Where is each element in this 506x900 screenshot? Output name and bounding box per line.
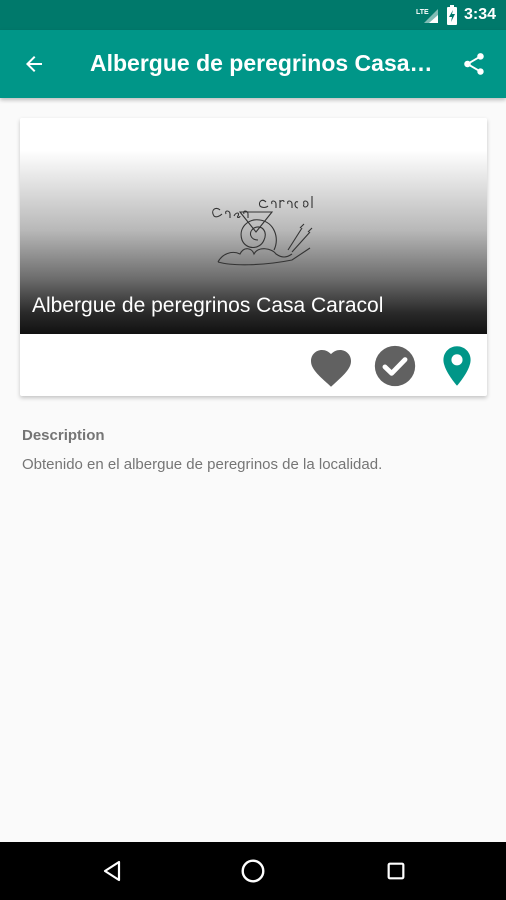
snail-sketch-image	[212, 196, 313, 266]
place-image[interactable]: Albergue de peregrinos Casa Caracol	[20, 118, 487, 334]
card-title: Albergue de peregrinos Casa Caracol	[32, 294, 384, 317]
place-card: Albergue de peregrinos Casa Caracol	[20, 118, 487, 396]
check-circle-icon	[374, 345, 416, 387]
description-label: Description	[22, 427, 105, 444]
back-button[interactable]	[14, 46, 54, 82]
status-bar: LTE 3:34	[0, 0, 506, 30]
status-icons: LTE 3:34	[416, 0, 496, 30]
share-icon	[464, 53, 484, 75]
svg-text:LTE: LTE	[416, 9, 429, 16]
system-nav-bar	[0, 842, 506, 900]
page-title: Albergue de peregrinos Casa Caracol	[90, 50, 435, 76]
nav-back-button[interactable]	[92, 851, 132, 891]
app-bar: Albergue de peregrinos Casa Caracol	[0, 30, 506, 98]
card-actions	[20, 334, 487, 396]
circle-home-icon	[241, 859, 265, 883]
heart-icon	[311, 350, 351, 387]
status-time: 3:34	[463, 6, 496, 23]
map-button[interactable]	[435, 344, 479, 388]
arrow-back-icon	[26, 56, 42, 72]
description-text: Obtenido en el albergue de peregrinos de…	[22, 456, 383, 473]
lte-signal-icon: LTE	[416, 9, 438, 23]
triangle-back-icon	[103, 860, 121, 882]
visited-button[interactable]	[370, 344, 420, 388]
nav-recents-button[interactable]	[376, 851, 416, 891]
square-recents-icon	[387, 862, 405, 880]
battery-charging-icon	[446, 5, 457, 25]
map-pin-icon	[443, 346, 471, 386]
share-button[interactable]	[454, 46, 494, 82]
favorite-button[interactable]	[305, 344, 357, 388]
nav-home-button[interactable]	[233, 851, 273, 891]
